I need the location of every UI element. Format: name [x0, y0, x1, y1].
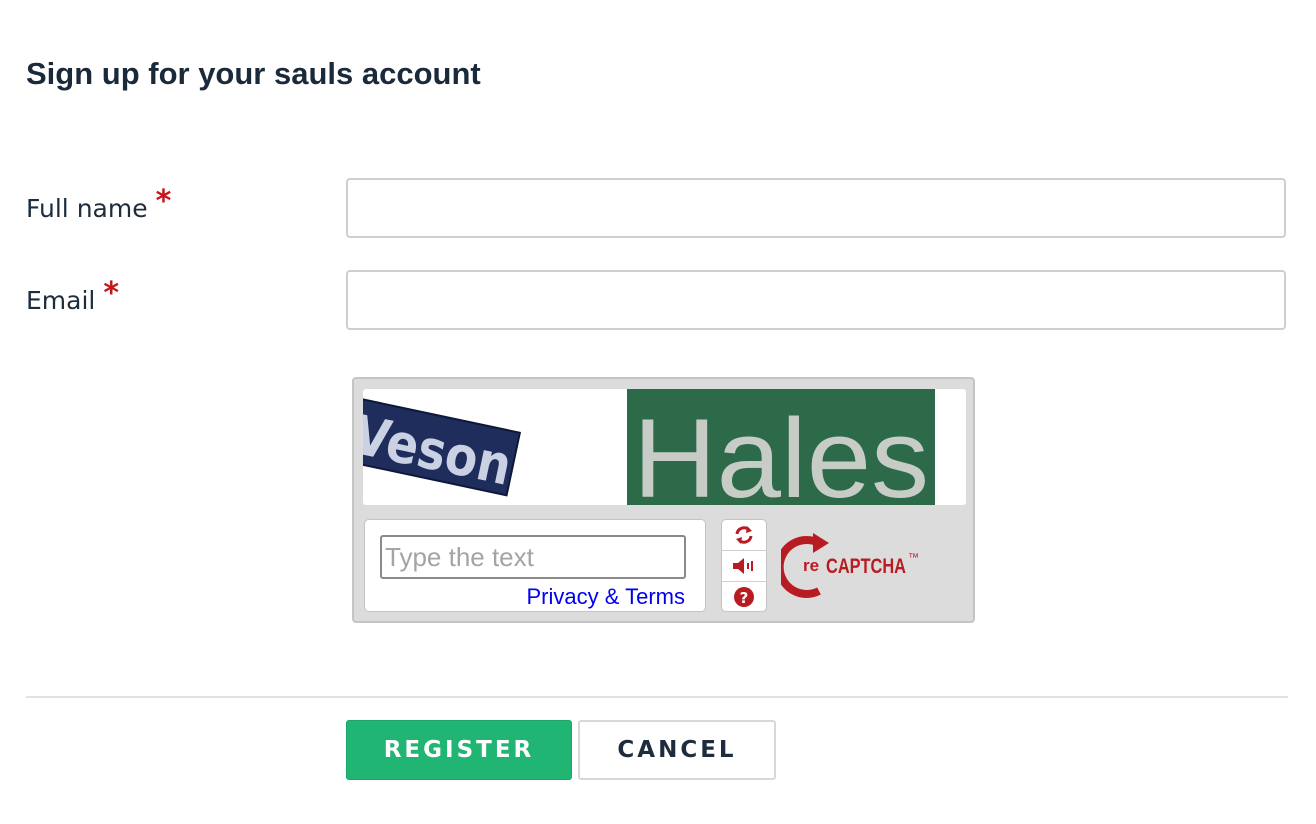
cancel-button[interactable]: CANCEL: [578, 720, 776, 780]
refresh-icon: [735, 526, 753, 544]
help-button[interactable]: ?: [722, 582, 766, 612]
svg-text:CAPTCHA: CAPTCHA: [826, 555, 906, 578]
required-marker: *: [103, 276, 120, 311]
email-input[interactable]: [346, 270, 1286, 330]
svg-text:™: ™: [908, 552, 919, 564]
register-button[interactable]: REGISTER: [346, 720, 572, 780]
svg-text:?: ?: [740, 589, 749, 607]
svg-text:re: re: [803, 556, 819, 575]
full-name-input[interactable]: [346, 178, 1286, 238]
full-name-label: Full name *: [26, 184, 171, 225]
captcha-entry-box: Privacy & Terms: [364, 519, 706, 612]
email-label-text: Email: [26, 286, 96, 315]
help-icon: ?: [734, 587, 754, 607]
required-marker: *: [155, 184, 172, 219]
audio-icon: [733, 558, 753, 574]
form-divider: [26, 696, 1288, 698]
refresh-button[interactable]: [722, 520, 766, 551]
recaptcha-widget: Veson Hales Privacy & Terms: [352, 377, 975, 623]
email-label: Email *: [26, 276, 119, 317]
audio-challenge-button[interactable]: [722, 551, 766, 582]
captcha-response-input[interactable]: [380, 535, 686, 579]
recaptcha-logo: re CAPTCHA ™: [781, 533, 919, 598]
captcha-challenge-image: Veson Hales: [363, 389, 966, 505]
full-name-label-text: Full name: [26, 194, 148, 223]
captcha-word-2: Hales: [633, 396, 929, 505]
page-title: Sign up for your sauls account: [26, 56, 481, 91]
privacy-terms-link[interactable]: Privacy & Terms: [526, 584, 685, 610]
captcha-controls: ?: [721, 519, 767, 612]
